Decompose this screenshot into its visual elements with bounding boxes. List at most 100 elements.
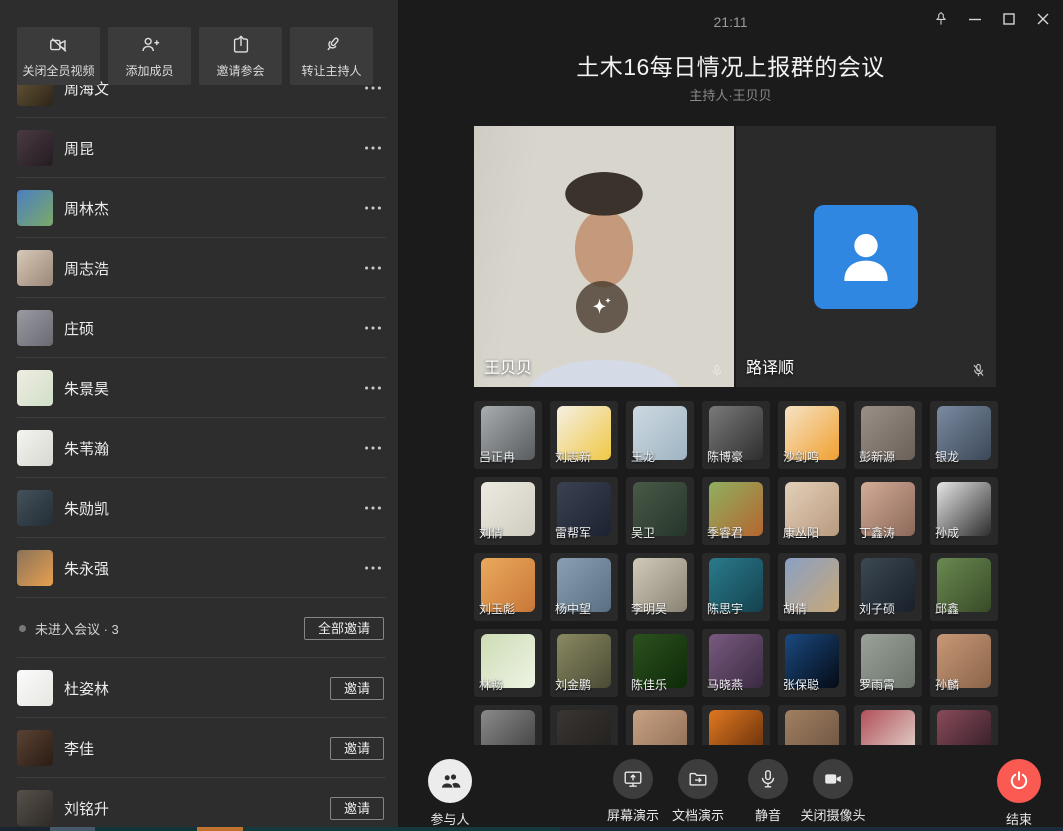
participant-video-tile[interactable]: 李明昊: [626, 553, 694, 621]
close-camera-button[interactable]: 关闭摄像头: [783, 759, 883, 824]
power-icon: [1007, 769, 1031, 793]
meeting-host: 主持人·王贝贝: [398, 85, 1063, 104]
participant-video-tile[interactable]: 陈博豪: [702, 401, 770, 469]
participant-name: 周昆: [64, 138, 94, 159]
meeting-title: 土木16每日情况上报群的会议: [398, 48, 1063, 82]
pending-participant-row[interactable]: 刘铭升 邀请: [0, 778, 398, 827]
participant-video-tile[interactable]: 张保聪: [778, 629, 846, 697]
participant-name: 刘志新: [555, 448, 591, 465]
speaker-video-tile[interactable]: 王贝贝: [474, 126, 734, 387]
transfer-host-button[interactable]: 转让主持人: [290, 27, 373, 85]
participant-video-tile[interactable]: 孙成: [930, 477, 998, 545]
participant-video-tile[interactable]: 刘金鹏: [550, 629, 618, 697]
participant-row[interactable]: 周志浩: [0, 238, 398, 298]
pending-section-label: 未进入会议 · 3: [35, 619, 119, 638]
meeting-controls-bar: 参与人 屏幕演示 文档演示: [398, 745, 1063, 827]
invite-all-button[interactable]: 全部邀请: [304, 617, 384, 640]
participant-video-tile[interactable]: 康丛阳: [778, 477, 846, 545]
control-label: 静音: [755, 805, 781, 824]
participant-video-tile[interactable]: 孙麟: [930, 629, 998, 697]
end-meeting-button[interactable]: 结束: [969, 759, 1063, 828]
participants-button[interactable]: 参与人: [400, 759, 500, 828]
invite-button[interactable]: 邀请: [330, 797, 384, 820]
participant-video-tile[interactable]: 陈佳乐: [626, 629, 694, 697]
control-label: 参与人: [430, 809, 469, 828]
screen-share-icon: [622, 768, 644, 790]
participant-name: 王龙: [631, 448, 655, 465]
invite-button[interactable]: 邀请: [330, 737, 384, 760]
participant-video-tile[interactable]: 陈思宇: [702, 553, 770, 621]
participant-row[interactable]: 周林杰: [0, 178, 398, 238]
participant-row[interactable]: 朱永强: [0, 538, 398, 598]
participant-avatar: [17, 730, 53, 766]
more-options-icon[interactable]: [362, 197, 384, 219]
participant-row[interactable]: 朱苇瀚: [0, 418, 398, 478]
participant-row[interactable]: 朱景昊: [0, 358, 398, 418]
participant-video-tile[interactable]: 彭新源: [854, 401, 922, 469]
more-options-icon[interactable]: [362, 317, 384, 339]
minimize-button[interactable]: [961, 6, 989, 32]
more-options-icon[interactable]: [362, 377, 384, 399]
participant-video-tile[interactable]: 吴卫: [626, 477, 694, 545]
beauty-filter-button[interactable]: [576, 281, 628, 333]
pin-icon: [932, 10, 950, 28]
participant-row[interactable]: 朱勋凯: [0, 478, 398, 538]
more-options-icon[interactable]: [362, 137, 384, 159]
participants-panel: 周海文 周昆 周林杰 周志浩 庄硕 朱景昊: [0, 0, 398, 827]
pin-button[interactable]: [927, 6, 955, 32]
participant-name: 银龙: [935, 448, 959, 465]
participant-name: 刘铭升: [64, 798, 109, 819]
participant-video-tile[interactable]: 杨中望: [550, 553, 618, 621]
participant-video-tile[interactable]: 罗雨霄: [854, 629, 922, 697]
more-options-icon[interactable]: [362, 497, 384, 519]
invite-button[interactable]: 邀请: [330, 677, 384, 700]
participant-video-tile[interactable]: 季睿君: [702, 477, 770, 545]
participant-video-tile[interactable]: 沙剑鸣: [778, 401, 846, 469]
participant-video-tile[interactable]: 林畅: [474, 629, 542, 697]
toolbar-button-label: 添加成员: [125, 62, 173, 79]
more-options-icon[interactable]: [362, 557, 384, 579]
maximize-button[interactable]: [995, 6, 1023, 32]
participant-avatar: [17, 490, 53, 526]
participant-video-tile[interactable]: 丁鑫涛: [854, 477, 922, 545]
close-all-video-button[interactable]: 关闭全员视频: [17, 27, 100, 85]
participants-grid: 吕正冉 刘志新 王龙 陈博豪 沙剑鸣 彭新源 银龙 刘倩 雷帮军 吴卫 季睿君 …: [474, 401, 996, 773]
participant-avatar: [17, 310, 53, 346]
share-up-icon: [230, 34, 252, 56]
participant-video-tile[interactable]: 刘玉彪: [474, 553, 542, 621]
participant-video-tile[interactable]: 刘志新: [550, 401, 618, 469]
participant-video-tile[interactable]: 刘倩: [474, 477, 542, 545]
close-button[interactable]: [1029, 6, 1057, 32]
participant-video-tile[interactable]: 吕正冉: [474, 401, 542, 469]
participant-avatar: [17, 790, 53, 826]
invite-to-meeting-button[interactable]: 邀请参会: [199, 27, 282, 85]
avatar-placeholder: [814, 205, 918, 309]
participant-video-tile[interactable]: 王龙: [626, 401, 694, 469]
more-options-icon[interactable]: [362, 437, 384, 459]
mute-circle: [748, 759, 788, 799]
speaker-avatar-tile[interactable]: 路译顺: [736, 126, 996, 387]
participant-video-tile[interactable]: 马晓燕: [702, 629, 770, 697]
end-button-circle: [997, 759, 1041, 803]
participant-row[interactable]: 周昆: [0, 118, 398, 178]
speaker-name: 王贝贝: [484, 354, 532, 378]
participant-video-tile[interactable]: 邱鑫: [930, 553, 998, 621]
people-icon: [438, 769, 462, 793]
pending-participant-row[interactable]: 杜姿林 邀请: [0, 658, 398, 718]
participant-name: 马晓燕: [707, 676, 743, 693]
participant-row[interactable]: 庄硕: [0, 298, 398, 358]
add-member-button[interactable]: 添加成员: [108, 27, 191, 85]
participant-name: 刘倩: [479, 524, 503, 541]
more-options-icon[interactable]: [362, 257, 384, 279]
participant-video-tile[interactable]: 银龙: [930, 401, 998, 469]
participant-video-tile[interactable]: 刘子硕: [854, 553, 922, 621]
participant-name: 雷帮军: [555, 524, 591, 541]
participant-video-tile[interactable]: 雷帮军: [550, 477, 618, 545]
toolbar-button-label: 邀请参会: [216, 62, 264, 79]
pending-participant-row[interactable]: 李佳 邀请: [0, 718, 398, 778]
participant-video-tile[interactable]: 胡倩: [778, 553, 846, 621]
sparkle-icon: [587, 292, 617, 322]
close-icon: [1035, 11, 1051, 27]
maximize-icon: [1001, 11, 1017, 27]
person-add-icon: [139, 34, 161, 56]
